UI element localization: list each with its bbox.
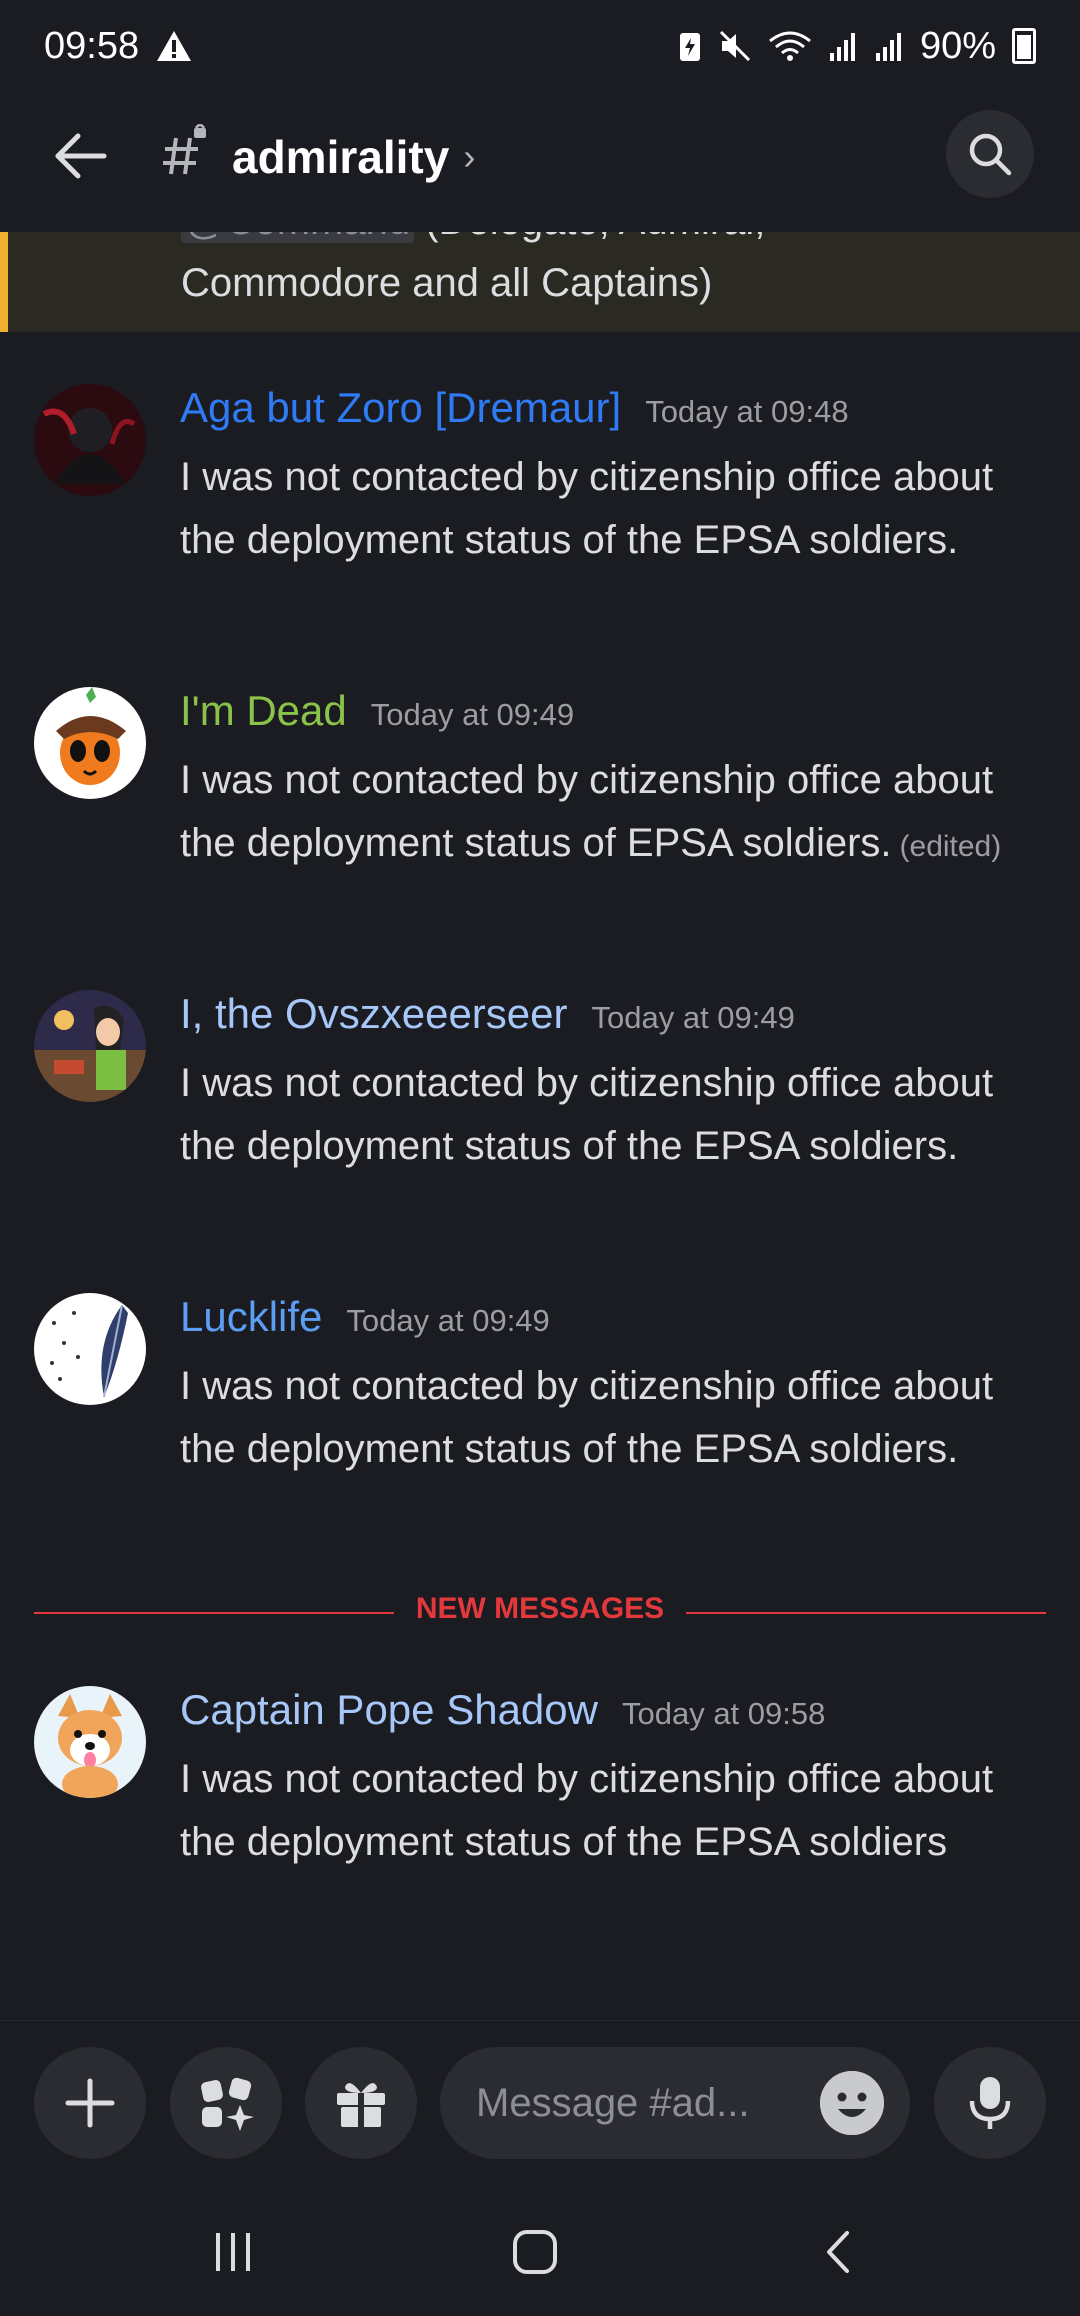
search-icon [969,133,1012,176]
recents-button[interactable] [193,2222,273,2282]
channel-hash-icon [160,123,210,184]
apps-icon [201,2077,254,2131]
message-composer [0,2020,1080,2187]
message-text: I was not contacted by citizenship offic… [180,455,994,562]
mentioned-message-highlight: @Command (Delegate, Admiral, Commodore a… [0,232,1080,332]
message-body: Aga but Zoro [Dremaur] Today at 09:48 I … [180,384,1040,572]
edited-marker: (edited) [899,830,1002,863]
warning-icon [155,29,193,63]
message-input[interactable] [474,2079,788,2127]
wifi-icon [768,29,812,63]
username[interactable]: I'm Dead [180,687,347,735]
message-body: Captain Pope Shadow Today at 09:58 I was… [180,1686,1040,1874]
battery-percent: 90% [919,24,996,67]
emoji-icon [820,2071,884,2135]
timestamp: Today at 09:48 [645,394,849,429]
channel-title[interactable]: admirality › [232,130,475,184]
message-text: I was not contacted by citizenship offic… [180,1364,994,1471]
message-header: Aga but Zoro [Dremaur] Today at 09:48 [180,384,1040,444]
message-body: I'm Dead Today at 09:49 I was not contac… [180,687,1040,878]
message-text: I was not contacted by citizenship offic… [180,749,1040,878]
gift-icon [337,2083,385,2127]
message-body: I, the Ovszxeeerseer Today at 09:49 I wa… [180,990,1040,1178]
message-input-field[interactable] [440,2047,910,2159]
avatar[interactable] [34,687,146,799]
signal-icon [874,29,904,63]
new-messages-divider: NEW MESSAGES [34,1592,1046,1625]
mention-text-line2: Commodore and all Captains) [181,261,713,305]
add-attachment-button[interactable] [34,2047,146,2159]
search-button[interactable] [946,110,1034,198]
avatar[interactable] [34,384,146,496]
back-icon [827,2231,849,2273]
role-mention[interactable]: @Command [181,232,415,243]
status-time: 09:58 [44,24,140,67]
recents-icon [216,2233,250,2271]
timestamp: Today at 09:58 [621,1696,826,1731]
divider-label: NEW MESSAGES [34,1592,1046,1626]
avatar[interactable] [34,990,146,1102]
username[interactable]: I, the Ovszxeeerseer [180,990,568,1038]
timestamp: Today at 09:49 [591,1000,795,1035]
channel-name: admirality [232,131,450,183]
system-navigation-bar [0,2186,1080,2316]
message-text: I was not contacted by citizenship offic… [180,1757,994,1864]
battery-icon [1012,28,1036,64]
timestamp: Today at 09:49 [370,697,575,732]
timestamp: Today at 09:49 [346,1303,550,1338]
back-arrow-icon[interactable] [50,126,110,186]
new-messages-label: NEW MESSAGES [393,1592,687,1625]
plus-icon [65,2078,115,2128]
message-text: I was not contacted by citizenship offic… [180,1061,994,1168]
avatar[interactable] [34,1686,146,1798]
chevron-right-icon: › [463,136,476,177]
avatar[interactable] [34,1293,146,1405]
message-header: Captain Pope Shadow Today at 09:58 [180,1686,1040,1746]
mention-text-line1: (Delegate, Admiral, [414,232,765,243]
message-header: I'm Dead Today at 09:49 [180,687,1040,747]
message-body: Lucklife Today at 09:49 I was not contac… [180,1293,1040,1481]
emoji-button[interactable] [820,2071,884,2135]
username[interactable]: Captain Pope Shadow [180,1686,598,1734]
home-icon [513,2230,557,2274]
gift-button[interactable] [305,2047,417,2159]
apps-button[interactable] [170,2047,282,2159]
mute-icon [718,29,752,63]
signal-icon [828,29,858,63]
message-text-content: I was not contacted by citizenship offic… [180,758,994,865]
system-back-button[interactable] [800,2222,880,2282]
home-button[interactable] [495,2222,575,2282]
microphone-icon [969,2077,1011,2129]
username[interactable]: Aga but Zoro [Dremaur] [180,384,621,432]
status-right: 90% [678,25,1036,68]
message-header: Lucklife Today at 09:49 [180,1293,1040,1353]
message-header: I, the Ovszxeeerseer Today at 09:49 [180,990,1040,1050]
username[interactable]: Lucklife [180,1293,322,1341]
channel-header: admirality › [0,92,1080,233]
mentioned-message-text: @Command (Delegate, Admiral, Commodore a… [181,232,1041,314]
status-bar: 09:58 90% [0,0,1080,92]
voice-message-button[interactable] [934,2047,1046,2159]
status-left: 09:58 [44,25,193,68]
battery-saver-icon [678,29,702,63]
